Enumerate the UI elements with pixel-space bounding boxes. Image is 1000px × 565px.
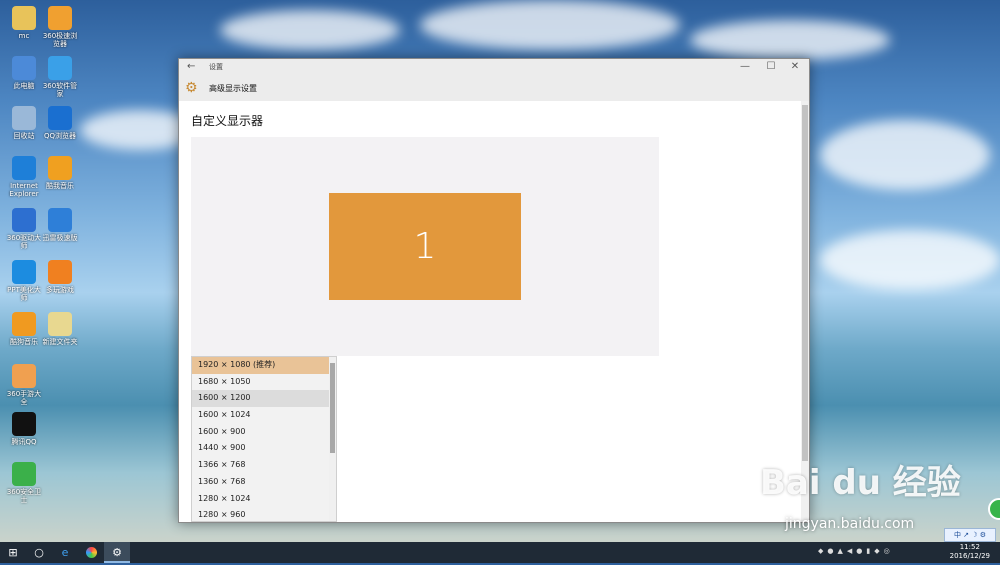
- maximize-icon[interactable]: ☐: [761, 61, 781, 72]
- settings-window: ← 设置 — ☐ ✕ ⚙ 高级显示设置 自定义显示器 1 1920 × 1080…: [178, 58, 810, 523]
- gear-icon: ⚙: [185, 80, 198, 96]
- clock-date: 2016/12/29: [949, 552, 990, 560]
- resolution-option[interactable]: 1366 × 768: [192, 457, 336, 474]
- desktop-icon[interactable]: 酷狗音乐: [4, 312, 44, 346]
- resolution-dropdown-list[interactable]: 1920 × 1080 (推荐) 1680 × 1050 1600 × 1200 16…: [191, 356, 337, 522]
- app-icon: [12, 6, 36, 30]
- resolution-option[interactable]: 1680 × 1050: [192, 374, 336, 391]
- minimize-icon[interactable]: —: [735, 61, 755, 72]
- resolution-option[interactable]: 1280 × 1024: [192, 491, 336, 508]
- desktop-icon[interactable]: PPT美化大师: [4, 260, 44, 302]
- search-icon[interactable]: ○: [26, 542, 52, 563]
- desktop-icon[interactable]: mc: [4, 6, 44, 40]
- desktop-icon-label: mc: [18, 32, 30, 40]
- app-icon: [48, 56, 72, 80]
- desktop-icon[interactable]: 酷我音乐: [40, 156, 80, 190]
- app-icon: [12, 56, 36, 80]
- baidu-watermark-url: jingyan.baidu.com: [785, 516, 915, 532]
- app-icon: [12, 156, 36, 180]
- clock[interactable]: 11:52 2016/12/29: [950, 543, 990, 561]
- desktop-icon-label: 新建文件夹: [42, 338, 78, 346]
- desktop-icon-label: 360驱动大师: [6, 234, 42, 250]
- resolution-option[interactable]: 1360 × 768: [192, 474, 336, 491]
- desktop-icon[interactable]: 此电脑: [4, 56, 44, 90]
- desktop-icon-label: 迅雷极速版: [42, 234, 78, 242]
- window-scroll-thumb[interactable]: [802, 105, 808, 461]
- desktop-icon[interactable]: 360手游大全: [4, 364, 44, 406]
- clock-time: 11:52: [959, 543, 980, 551]
- desktop-icon-label: 360手游大全: [6, 390, 42, 406]
- settings-header: ⚙ 高级显示设置: [179, 77, 809, 102]
- resolution-option[interactable]: 1920 × 1080 (推荐): [192, 357, 336, 374]
- desktop-icon[interactable]: 新建文件夹: [40, 312, 80, 346]
- app-icon: [48, 106, 72, 130]
- desktop-icon-label: 360极速浏览器: [42, 32, 78, 48]
- title-bar: ← 设置 — ☐ ✕: [179, 59, 809, 77]
- display-preview: 1: [191, 137, 659, 356]
- resolution-option[interactable]: 1280 × 960: [192, 507, 336, 521]
- desktop-icon-label: 腾讯QQ: [11, 438, 37, 446]
- desktop-icon[interactable]: 360安全卫士: [4, 462, 44, 504]
- app-icon: [48, 208, 72, 232]
- desktop-icon-label: Internet Explorer: [9, 182, 39, 198]
- desktop-icon-label: 酷狗音乐: [10, 338, 38, 346]
- start-icon[interactable]: ⊞: [0, 542, 26, 563]
- desktop-icon-label: 回收站: [13, 132, 35, 140]
- app-icon: [12, 260, 36, 284]
- desktop-icon-label: 此电脑: [13, 82, 35, 90]
- settings-taskbar-icon[interactable]: ⚙: [104, 542, 130, 563]
- desktop-icon-label: 酷我音乐: [46, 182, 74, 190]
- dropdown-scrollbar[interactable]: [329, 357, 336, 521]
- browser-360-icon[interactable]: [78, 542, 104, 563]
- desktop-icon[interactable]: Internet Explorer: [4, 156, 44, 198]
- baidu-watermark: Bai du 经验: [760, 463, 961, 503]
- desktop-icon[interactable]: 迅雷极速版: [40, 208, 80, 242]
- app-icon: [12, 412, 36, 436]
- app-icon: [48, 156, 72, 180]
- monitor-1-tile[interactable]: 1: [329, 193, 521, 300]
- resolution-option[interactable]: 1600 × 1024: [192, 407, 336, 424]
- edge-icon[interactable]: e: [52, 542, 78, 563]
- desktop-icon[interactable]: 360驱动大师: [4, 208, 44, 250]
- app-icon: [12, 462, 36, 486]
- app-icon: [12, 312, 36, 336]
- app-icon: [48, 312, 72, 336]
- desktop-icon[interactable]: 360软件管家: [40, 56, 80, 98]
- app-icon: [12, 364, 36, 388]
- back-arrow-icon[interactable]: ←: [187, 61, 195, 72]
- resolution-option[interactable]: 1600 × 1200: [192, 390, 336, 408]
- desktop-icon-label: 360软件管家: [42, 82, 78, 98]
- floating-widget-icon[interactable]: [988, 498, 1000, 520]
- resolution-option[interactable]: 1440 × 900: [192, 440, 336, 457]
- app-icon: [12, 106, 36, 130]
- page-title: 自定义显示器: [191, 114, 264, 128]
- desktop-icon[interactable]: QQ浏览器: [40, 106, 80, 140]
- close-icon[interactable]: ✕: [785, 61, 805, 72]
- ime-toolbar[interactable]: 中 ↗ ☽ ⚙: [944, 528, 996, 542]
- section-title: 高级显示设置: [209, 84, 257, 93]
- desktop-icon[interactable]: 多玩游戏: [40, 260, 80, 294]
- window-title: 设置: [209, 63, 223, 71]
- desktop-icon[interactable]: 360极速浏览器: [40, 6, 80, 48]
- app-icon: [48, 260, 72, 284]
- desktop-icon-label: 360安全卫士: [6, 488, 42, 504]
- desktop-icon[interactable]: 回收站: [4, 106, 44, 140]
- desktop-icon-label: QQ浏览器: [43, 132, 77, 140]
- taskbar: ⊞ ○ e ⚙ ◆●▲◀●▮◆◎ 11:52 2016/12/29: [0, 542, 1000, 563]
- resolution-option[interactable]: 1600 × 900: [192, 424, 336, 441]
- desktop-icon-label: PPT美化大师: [7, 286, 41, 302]
- app-icon: [48, 6, 72, 30]
- dropdown-scroll-thumb[interactable]: [330, 363, 335, 453]
- desktop-icon[interactable]: 腾讯QQ: [4, 412, 44, 446]
- desktop-icon-label: 多玩游戏: [46, 286, 74, 294]
- main-content: 自定义显示器 1 1920 × 1080 (推荐) 1680 × 1050 1600…: [179, 101, 803, 522]
- system-tray-icons[interactable]: ◆●▲◀●▮◆◎: [818, 547, 894, 555]
- app-icon: [12, 208, 36, 232]
